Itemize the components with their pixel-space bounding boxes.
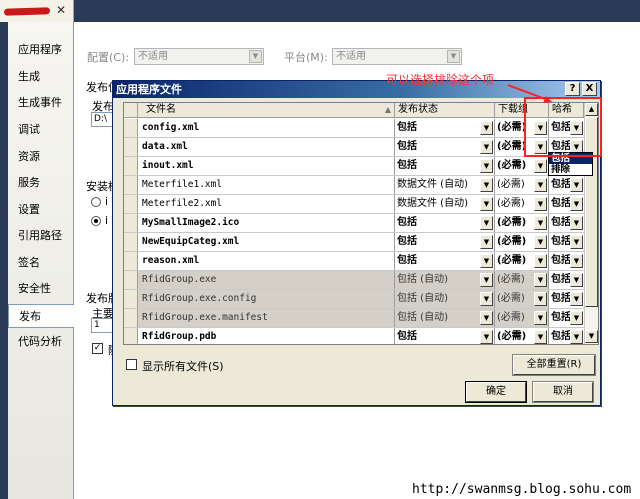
annotation-arrow-icon: [507, 84, 552, 103]
annotation-highlight-box: [524, 97, 602, 157]
watermark-url: http://swanmsg.blog.sohu.com: [412, 482, 632, 497]
